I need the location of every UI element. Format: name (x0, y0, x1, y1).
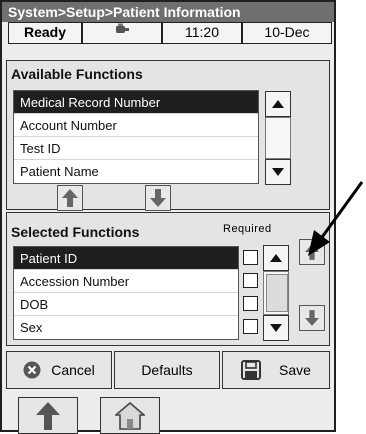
arrow-down-icon (305, 310, 319, 326)
triangle-down-icon (272, 168, 284, 176)
selected-scroll-thumb[interactable] (266, 274, 288, 312)
add-function-button[interactable] (57, 185, 83, 211)
list-item[interactable]: Account Number (14, 114, 258, 137)
status-time: 11:20 (162, 22, 242, 44)
status-date: 10-Dec (242, 22, 332, 44)
available-functions-panel: Available Functions Medical Record Numbe… (6, 60, 330, 211)
defaults-label: Defaults (141, 362, 193, 378)
list-item[interactable]: Accession Number (14, 270, 238, 293)
status-icon-cell (82, 22, 162, 44)
required-checkbox[interactable] (243, 319, 258, 334)
sample-tube-icon (116, 23, 129, 33)
selected-scroll-down-button[interactable] (263, 315, 289, 341)
move-down-button[interactable] (299, 305, 325, 331)
arrow-up-icon (62, 189, 78, 207)
list-item[interactable]: Medical Record Number (14, 91, 258, 114)
list-item[interactable]: DOB (14, 293, 238, 316)
triangle-down-icon (270, 324, 282, 332)
list-item[interactable]: Patient Name (14, 160, 258, 183)
triangle-up-icon (272, 100, 284, 108)
required-checkbox[interactable] (243, 250, 258, 265)
required-column-label: Required (223, 223, 272, 235)
selected-functions-list: Patient ID Accession Number DOB Sex (13, 246, 239, 340)
device-screen: System>Setup>Patient Information Ready 1… (0, 0, 336, 434)
selected-scroll-track[interactable] (263, 271, 289, 315)
required-checkbox[interactable] (243, 273, 258, 288)
list-item[interactable]: Sex (14, 316, 238, 339)
home-icon (115, 401, 145, 430)
defaults-button[interactable]: Defaults (114, 351, 220, 389)
floppy-disk-icon (241, 360, 262, 380)
save-label: Save (279, 362, 311, 378)
required-checkbox[interactable] (243, 296, 258, 311)
available-functions-heading: Available Functions (11, 66, 143, 82)
save-button[interactable]: Save (222, 351, 330, 389)
arrow-down-icon (150, 189, 166, 207)
remove-function-button[interactable] (145, 185, 171, 211)
available-scroll-down-button[interactable] (265, 159, 291, 185)
available-scroll-track[interactable] (265, 117, 291, 159)
cancel-button[interactable]: Cancel (6, 351, 112, 389)
status-state: Ready (8, 22, 82, 44)
selected-scroll-up-button[interactable] (263, 245, 289, 271)
available-functions-list: Medical Record Number Account Number Tes… (13, 90, 259, 184)
home-button[interactable] (100, 397, 160, 434)
selected-functions-panel: Selected Functions Required Patient ID A… (6, 212, 330, 346)
arrow-up-icon (36, 401, 60, 430)
back-button[interactable] (18, 397, 78, 434)
triangle-up-icon (270, 254, 282, 262)
cancel-icon (23, 361, 41, 379)
callout-arrow (308, 181, 364, 256)
cancel-label: Cancel (51, 362, 95, 378)
available-scroll-up-button[interactable] (265, 91, 291, 117)
list-item[interactable]: Patient ID (14, 247, 238, 270)
selected-functions-heading: Selected Functions (11, 224, 140, 240)
page-title: System>Setup>Patient Information (2, 2, 334, 22)
list-item[interactable]: Test ID (14, 137, 258, 160)
